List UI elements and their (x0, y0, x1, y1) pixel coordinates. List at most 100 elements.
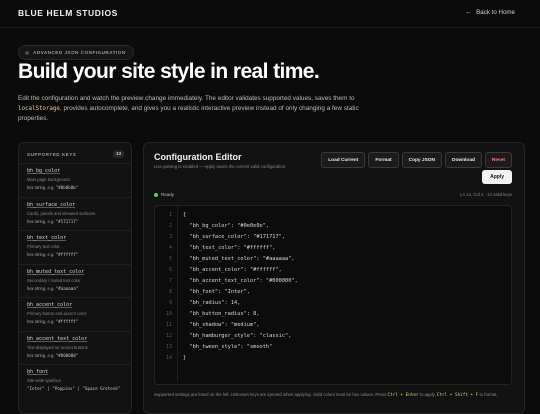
code-line: } (183, 355, 187, 361)
line-number: 2 (168, 223, 172, 229)
hero-lead: Edit the configuration and watch the pre… (18, 94, 378, 125)
key-type-label: hex string, e.g. (27, 319, 56, 324)
line-number: 1 (168, 212, 172, 218)
shortcut-apply: Ctrl + Enter (387, 393, 419, 398)
editor-status: Ready (154, 192, 174, 197)
line-number: 4 (168, 245, 172, 251)
help-text-3: to format. (478, 392, 498, 397)
supported-keys-panel: SUPPORTED KEYS 13 bh_bg_color Main page … (18, 142, 132, 414)
key-type: hex string, e.g. "#0b0b0b" (27, 185, 123, 190)
key-type-label: hex string, e.g. (27, 252, 56, 257)
editor-title: Configuration Editor (154, 152, 242, 162)
json-code-editor[interactable]: 1 2 3 4 5 6 7 8 9 10 11 12 13 14 { "bh_b… (154, 205, 512, 385)
arrow-left-icon: ← (465, 9, 473, 16)
line-number: 5 (168, 256, 172, 262)
key-name: bh_surface_color (27, 201, 76, 208)
line-number-gutter: 1 2 3 4 5 6 7 8 9 10 11 12 13 14 (155, 206, 178, 382)
key-type: hex string, e.g. "#171717" (27, 219, 123, 224)
download-button[interactable]: Download (445, 152, 482, 168)
top-bar: BLUE HELM STUDIOS ← Back to Home (0, 0, 540, 28)
code-line: "bh_surface_color": "#171717", (183, 234, 286, 240)
configuration-editor-panel: Configuration Editor Live parsing is ena… (143, 142, 525, 414)
key-type: hex string, e.g. "#000000" (27, 353, 123, 358)
line-number: 14 (165, 355, 172, 361)
lead-text-2: , provides autocomplete, and gives you a… (18, 105, 359, 123)
key-example: "#aaaaaa" (55, 285, 79, 291)
badge-dot-icon (25, 50, 29, 55)
key-name: bh_font (27, 369, 49, 375)
key-example: "Inter" | "Poppins" | "Space Grotesk" (27, 386, 121, 391)
editor-help-text: Supported settings are listed on the lef… (154, 392, 524, 400)
page-title: Build your site style in real time. (18, 60, 320, 83)
key-description: Main page background. (27, 177, 71, 182)
line-number: 3 (168, 234, 172, 240)
key-name: bh_muted_text_color (27, 268, 85, 275)
reset-button[interactable]: Reset (484, 152, 512, 168)
brand-logo-text[interactable]: BLUE HELM STUDIOS (18, 8, 118, 18)
supported-keys-list: bh_bg_color Main page background. hex st… (19, 163, 131, 398)
key-example: "#000000" (55, 352, 79, 358)
line-number: 6 (168, 267, 172, 273)
code-line: { (183, 212, 187, 218)
key-name: bh_accent_text_color (27, 335, 88, 342)
lead-text-1: Edit the configuration and watch the pre… (18, 95, 355, 102)
lead-code: localStorage (18, 106, 60, 113)
cursor-position-readout: Ln 14, Col 2 · 13 valid keys (460, 192, 512, 197)
supported-keys-heading: SUPPORTED KEYS (27, 152, 77, 157)
key-example: "#ffffff" (55, 319, 79, 324)
key-item-bh-accent-color[interactable]: bh_accent_color Primary button and accen… (19, 297, 131, 331)
hero-badge: ADVANCED JSON CONFIGURATION (18, 45, 134, 60)
status-text: Ready (161, 192, 175, 197)
help-text-1: Supported settings are listed on the lef… (154, 392, 388, 397)
key-name: bh_bg_color (27, 168, 61, 174)
key-description: Cards, panels and elevated surfaces. (27, 210, 97, 216)
code-line: "bh_radius": 14, (183, 300, 241, 306)
line-number: 10 (165, 311, 172, 317)
hero-badge-label: ADVANCED JSON CONFIGURATION (33, 50, 126, 55)
key-description: Secondary / muted text color. (27, 277, 82, 283)
key-type: hex string, e.g. "#ffffff" (27, 319, 123, 324)
key-name: bh_text_color (27, 235, 67, 241)
copy-json-button[interactable]: Copy JSON (401, 152, 442, 168)
back-to-home-link[interactable]: ← Back to Home (465, 9, 515, 16)
key-type-label: hex string, e.g. (27, 285, 56, 291)
line-number: 11 (165, 322, 172, 328)
line-number: 12 (165, 333, 172, 339)
code-line: "bh_bg_color": "#0e0e0e", (183, 223, 270, 229)
key-item-bh-accent-text-color[interactable]: bh_accent_text_color Text displayed on a… (19, 330, 131, 365)
key-example: "#ffffff" (55, 252, 79, 257)
apply-button[interactable]: Apply (482, 170, 512, 184)
line-number: 9 (168, 300, 172, 306)
supported-keys-count-badge: 13 (113, 150, 124, 158)
back-to-home-label: Back to Home (476, 9, 515, 16)
shortcut-format: Ctrl + Shift + F (436, 393, 479, 398)
key-name: bh_accent_color (27, 302, 73, 308)
key-item-bh-muted-text-color[interactable]: bh_muted_text_color Secondary / muted te… (19, 263, 131, 298)
key-type-label: hex string, e.g. (27, 185, 56, 190)
key-type: "Inter" | "Poppins" | "Space Grotesk" (27, 386, 123, 391)
key-item-bh-surface-color[interactable]: bh_surface_color Cards, panels and eleva… (19, 196, 131, 231)
key-type-label: hex string, e.g. (27, 352, 56, 358)
key-item-bh-bg-color[interactable]: bh_bg_color Main page background. hex st… (19, 163, 131, 197)
code-line: "bh_text_color": "#ffffff", (183, 245, 276, 251)
key-description: Site-wide typeface. (27, 378, 63, 383)
format-button[interactable]: Format (368, 152, 399, 168)
key-description: Primary button and accent color. (27, 311, 88, 316)
editor-subtitle: Live parsing is enabled — Apply saves th… (154, 164, 287, 169)
editor-toolbar: Load Current Format Copy JSON Download R… (321, 152, 512, 168)
key-item-bh-text-color[interactable]: bh_text_color Primary text color. hex st… (19, 230, 131, 264)
key-description: Text displayed on accent buttons. (27, 344, 89, 350)
code-line: "bh_tween_style": "smooth" (183, 344, 273, 350)
help-text-2: to apply, (418, 392, 437, 397)
code-line: "bh_muted_text_color": "#aaaaaa", (183, 256, 295, 262)
line-number: 7 (168, 278, 172, 284)
key-description: Primary text color. (27, 244, 61, 249)
key-item-bh-font[interactable]: bh_font Site-wide typeface. "Inter" | "P… (19, 364, 131, 398)
key-type: hex string, e.g. "#aaaaaa" (27, 286, 123, 291)
line-number: 8 (168, 289, 172, 295)
code-line: "bh_button_radius": 8, (183, 311, 260, 317)
status-ready-dot-icon (154, 192, 158, 197)
load-current-button[interactable]: Load Current (321, 152, 366, 168)
code-line: "bh_hamburger_style": "classic", (183, 333, 292, 339)
code-line: "bh_accent_color": "#ffffff", (183, 267, 282, 273)
